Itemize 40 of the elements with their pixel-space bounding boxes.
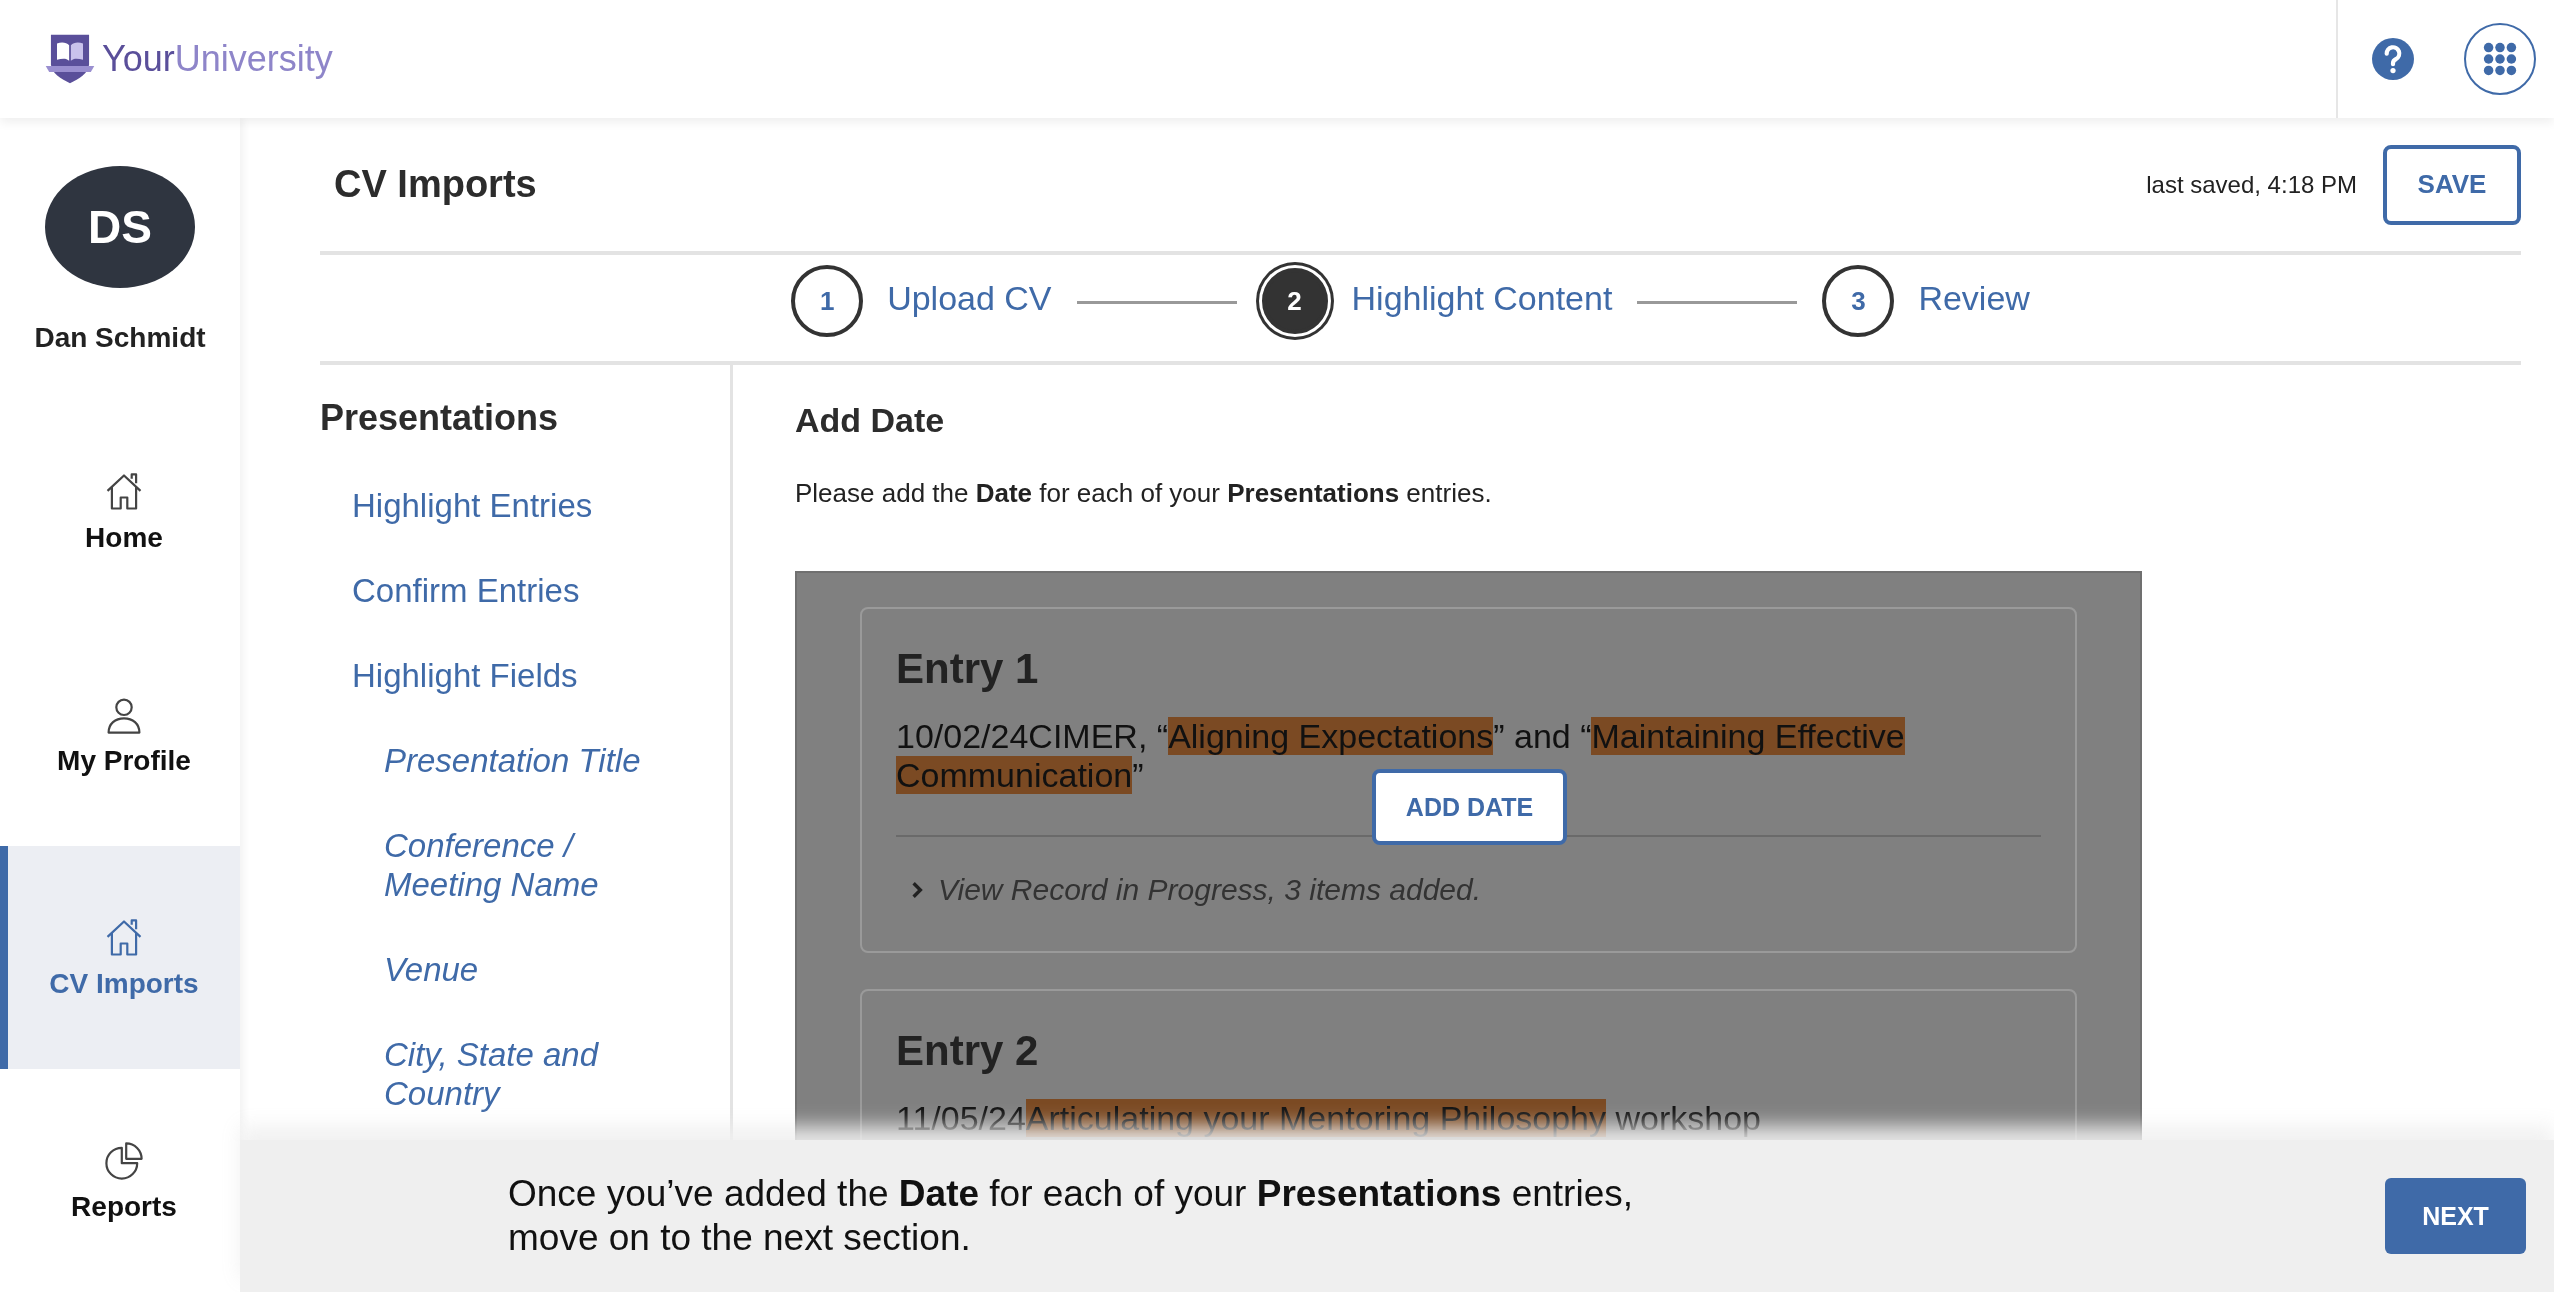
section-nav-title: Presentations — [320, 397, 559, 439]
step-number[interactable]: 1 — [791, 265, 864, 337]
instructions-text: Please add the Date for each of your Presentations entries. — [795, 478, 1493, 509]
last-saved-text: last saved, 4:18 PM — [2146, 170, 2357, 199]
nav-label[interactable]: CV Imports — [49, 967, 199, 1000]
footer-message: Once you’ve added the Date for each of your Presentations entries, move on to the next section. — [508, 1171, 1635, 1260]
section-nav-link[interactable]: Conference / Meeting Name — [384, 826, 674, 905]
section-nav-link[interactable]: Highlight Entries — [352, 487, 593, 526]
nav-label[interactable]: Home — [85, 521, 163, 554]
step-label[interactable]: Highlight Content — [1351, 279, 1613, 318]
section-nav-link[interactable]: Presentation Title — [384, 741, 641, 781]
grid-icon — [2481, 40, 2519, 78]
entry-text: 10/02/24CIMER, “Aligning Expectations” and “Maintaining Effective Communication” — [896, 717, 1906, 796]
section-nav-link[interactable]: Highlight Fields — [352, 656, 578, 696]
section-heading: Add Date — [795, 401, 946, 440]
nav-item[interactable]: Reports — [0, 1069, 240, 1292]
section-nav-link[interactable]: City, State and Country — [384, 1035, 674, 1114]
university-logo[interactable]: YourUniversity — [44, 32, 333, 86]
nav-item[interactable]: CV Imports — [0, 846, 240, 1069]
nav-item[interactable]: My Profile — [0, 623, 240, 846]
add-date-button[interactable]: ADD DATE — [1372, 769, 1567, 845]
section-nav-link[interactable]: Venue — [384, 950, 479, 990]
nav-item[interactable]: Home — [0, 400, 240, 623]
save-button[interactable]: SAVE — [2383, 144, 2521, 225]
nav-label[interactable]: My Profile — [57, 744, 191, 777]
help-icon[interactable] — [2372, 38, 2414, 80]
section-nav-link[interactable]: Confirm Entries — [352, 571, 580, 611]
user-name: Dan Schmidt — [34, 322, 206, 354]
user-avatar: DS — [45, 166, 195, 288]
record-toggle[interactable]: View Record in Progress, 3 items added. — [896, 873, 2041, 908]
entry-title: Entry 2 — [896, 1027, 1040, 1076]
step-number[interactable]: 3 — [1822, 265, 1895, 337]
step-label[interactable]: Review — [1918, 279, 2030, 318]
nav-label[interactable]: Reports — [71, 1190, 177, 1223]
page-title: CV Imports — [334, 163, 538, 206]
next-button[interactable]: NEXT — [2385, 1178, 2526, 1254]
entry-text: 11/05/24Articulating your Mentoring Philosophy workshop — [896, 1099, 1762, 1139]
entry-title: Entry 1 — [896, 645, 1040, 693]
step-label[interactable]: Upload CV — [887, 279, 1052, 318]
chevron-icon — [910, 881, 924, 900]
